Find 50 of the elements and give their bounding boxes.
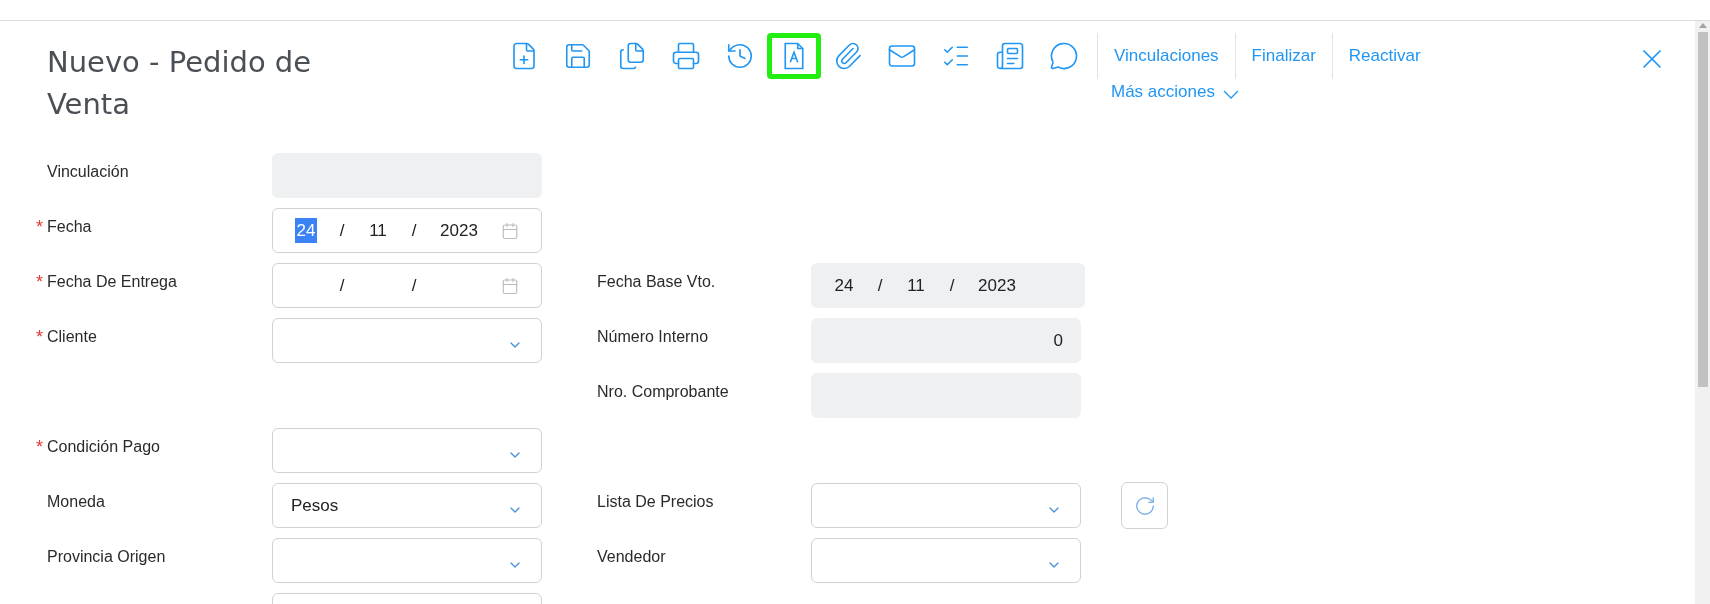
field-label: Nro. Comprobante	[597, 381, 729, 402]
date-separator: /	[410, 219, 418, 242]
dropdown-field[interactable]	[811, 483, 1081, 528]
date-separator: /	[338, 219, 346, 242]
date-part[interactable]: 24	[295, 217, 317, 244]
required-asterisk: *	[36, 272, 43, 291]
print-icon	[671, 41, 701, 71]
dropdown-field[interactable]	[272, 318, 542, 363]
date-field[interactable]: / /	[272, 263, 542, 308]
refresh-icon	[1133, 494, 1156, 517]
field-label: Lista De Precios	[597, 491, 714, 512]
required-asterisk: *	[36, 217, 43, 236]
calendar-icon[interactable]	[501, 276, 519, 295]
field-label: Cliente	[47, 326, 97, 347]
date-separator: /	[410, 274, 418, 297]
date-field[interactable]: 24 / 11 / 2023	[272, 208, 542, 253]
history-icon	[725, 41, 755, 71]
required-asterisk: *	[36, 327, 43, 346]
field-label: Fecha	[47, 216, 92, 237]
date-separator: /	[948, 274, 956, 297]
field-label: Vendedor	[597, 546, 666, 567]
field-label: Provincia Origen	[47, 546, 166, 567]
dropdown-field[interactable]	[272, 428, 542, 473]
save-icon	[563, 41, 593, 71]
toolbar-button[interactable]	[767, 33, 821, 79]
field-label: Moneda	[47, 491, 105, 512]
dropdown-value: Pesos	[291, 494, 339, 517]
copy-icon	[617, 41, 647, 71]
date-part[interactable]: 11	[367, 217, 389, 244]
field-label: Número Interno	[597, 326, 709, 347]
chevron-down-icon	[1222, 90, 1239, 100]
scrollbar[interactable]	[1695, 21, 1710, 604]
date-separator: /	[876, 274, 884, 297]
dropdown-field[interactable]	[811, 538, 1081, 583]
field-label: Fecha De Entrega	[47, 271, 177, 292]
dropdown-field[interactable]	[272, 538, 542, 583]
paperclip-icon	[833, 41, 863, 71]
date-separator: /	[338, 274, 346, 297]
newspaper-icon	[995, 41, 1025, 71]
field-label: Condición Pago	[47, 436, 160, 457]
comment-icon	[1049, 41, 1079, 71]
date-part[interactable]: 2023	[439, 217, 479, 244]
field-label: Vinculación	[47, 161, 129, 182]
field-value: 0	[1053, 329, 1063, 352]
dropdown-field[interactable]: Pesos	[272, 483, 542, 528]
required-asterisk: *	[36, 437, 43, 456]
page-title: Nuevo - Pedido de Venta	[47, 44, 313, 123]
calendar-icon[interactable]	[501, 221, 519, 240]
refresh-button[interactable]	[1121, 482, 1168, 529]
field-label: Fecha Base Vto.	[597, 271, 716, 292]
